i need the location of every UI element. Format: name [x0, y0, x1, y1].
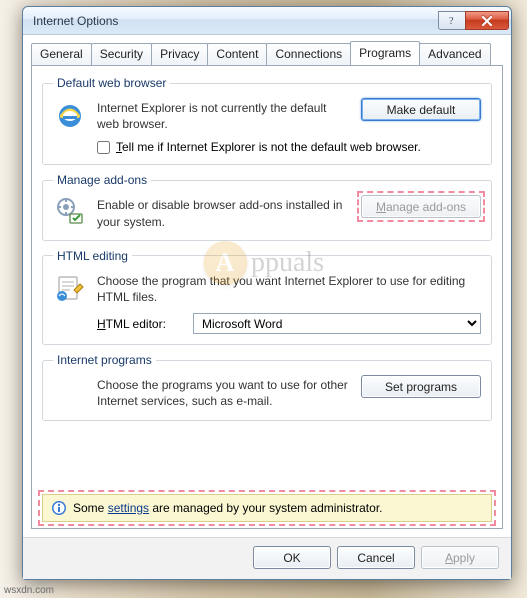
window-controls: ? [438, 11, 509, 30]
window-title: Internet Options [33, 14, 438, 28]
ie-icon [53, 98, 87, 132]
admin-info-bar: Some settings are managed by your system… [42, 494, 492, 522]
titlebar[interactable]: Internet Options ? [23, 7, 511, 35]
svg-text:?: ? [449, 16, 454, 26]
manage-addons-button: Manage add-ons [361, 195, 481, 218]
group-manage-addons: Manage add-ons Enable or disable browser… [42, 173, 492, 240]
legend-internet-programs: Internet programs [53, 353, 156, 367]
admin-info-text: Some settings are managed by your system… [73, 501, 382, 515]
set-programs-button[interactable]: Set programs [361, 375, 481, 398]
internet-programs-desc: Choose the programs you want to use for … [97, 375, 351, 409]
info-icon [51, 500, 67, 516]
internet-options-window: Internet Options ? General Security Priv… [22, 6, 512, 580]
html-editor-label: HTML editor: [97, 317, 183, 331]
html-editor-icon [53, 271, 87, 305]
tab-programs[interactable]: Programs [350, 41, 420, 65]
addons-icon [53, 195, 87, 229]
tell-me-default-checkbox[interactable] [97, 141, 110, 154]
group-html-editing: HTML editing Choose the program that you… [42, 249, 492, 345]
legend-html-editing: HTML editing [53, 249, 132, 263]
tell-me-default-label[interactable]: Tell me if Internet Explorer is not the … [116, 140, 421, 154]
admin-settings-link[interactable]: settings [108, 501, 149, 515]
tab-security[interactable]: Security [91, 43, 152, 66]
group-default-browser: Default web browser Internet Explorer is… [42, 76, 492, 165]
make-default-button[interactable]: Make default [361, 98, 481, 121]
source-domain: wsxdn.com [4, 585, 54, 596]
ok-button[interactable]: OK [253, 546, 331, 569]
legend-manage-addons: Manage add-ons [53, 173, 151, 187]
cancel-button[interactable]: Cancel [337, 546, 415, 569]
group-internet-programs: Internet programs Choose the programs yo… [42, 353, 492, 420]
close-button[interactable] [465, 11, 509, 30]
addons-desc: Enable or disable browser add-ons instal… [97, 195, 351, 229]
html-editing-desc: Choose the program that you want Interne… [97, 271, 481, 305]
html-editor-select[interactable]: Microsoft Word [193, 313, 481, 334]
default-browser-desc: Internet Explorer is not currently the d… [97, 98, 351, 132]
tab-panel-programs: Default web browser Internet Explorer is… [31, 66, 503, 529]
tab-advanced[interactable]: Advanced [419, 43, 490, 66]
programs-icon [53, 375, 87, 409]
tab-general[interactable]: General [31, 43, 92, 66]
cb-rest: ell me if Internet Explorer is not the d… [122, 140, 421, 154]
tab-connections[interactable]: Connections [266, 43, 351, 66]
tab-content[interactable]: Content [207, 43, 267, 66]
tab-strip: General Security Privacy Content Connect… [23, 35, 511, 66]
dialog-button-row: OK Cancel Apply [23, 537, 511, 579]
legend-default-browser: Default web browser [53, 76, 170, 90]
apply-button: Apply [421, 546, 499, 569]
tab-privacy[interactable]: Privacy [151, 43, 208, 66]
help-button[interactable]: ? [438, 11, 466, 30]
